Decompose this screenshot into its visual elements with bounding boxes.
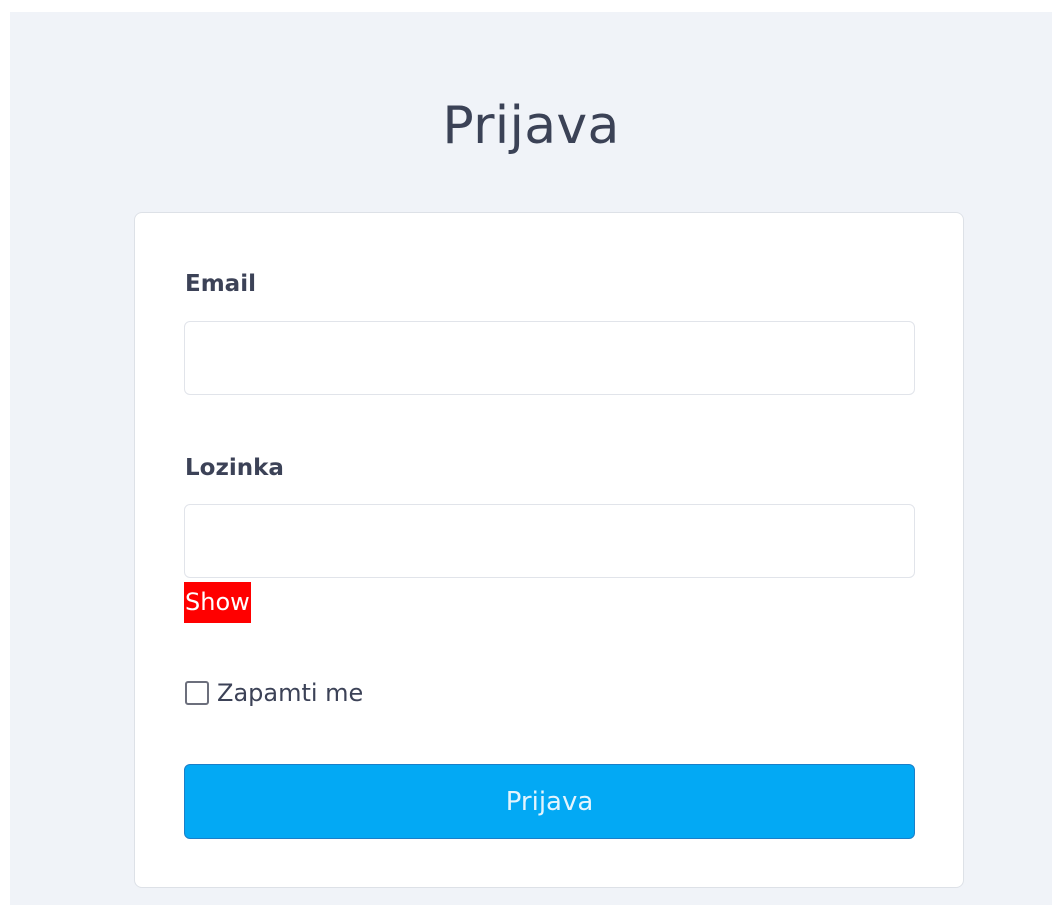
show-password-button[interactable]: Show bbox=[184, 582, 251, 623]
login-card: Email Lozinka Show Zapamti me Prijava bbox=[134, 212, 964, 888]
email-label: Email bbox=[185, 271, 256, 297]
page-background: Prijava Email Lozinka Show Zapamti me Pr… bbox=[10, 12, 1052, 905]
password-label: Lozinka bbox=[185, 455, 284, 481]
remember-me-label: Zapamti me bbox=[217, 679, 364, 707]
email-field[interactable] bbox=[184, 321, 915, 395]
page-title: Prijava bbox=[442, 96, 620, 156]
remember-me-row[interactable]: Zapamti me bbox=[185, 677, 363, 709]
login-button[interactable]: Prijava bbox=[184, 764, 915, 839]
remember-me-checkbox[interactable] bbox=[185, 681, 209, 705]
password-field[interactable] bbox=[184, 504, 915, 578]
